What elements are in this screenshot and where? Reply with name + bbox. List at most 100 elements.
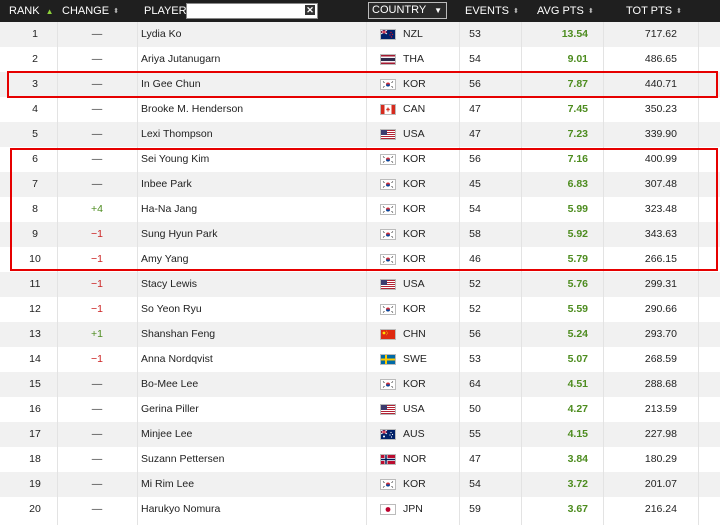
- events-cell: 47: [469, 128, 481, 140]
- table-row[interactable]: 12 −1 So Yeon Ryu KOR 52 5.59 290.66: [0, 297, 720, 322]
- sort-icon: ⬍: [587, 7, 594, 15]
- tot-pts-cell: 350.23: [644, 103, 677, 115]
- country-dropdown-label: COUNTRY: [372, 4, 427, 16]
- sort-icon: ⬍: [513, 7, 519, 15]
- avg-pts-cell: 5.59: [567, 303, 588, 315]
- player-name-link[interactable]: Brooke M. Henderson: [141, 97, 361, 122]
- change-cell: −1: [91, 278, 103, 290]
- table-row[interactable]: 16— Gerina Piller USA 50 4.27 213.59: [0, 397, 720, 422]
- table-row[interactable]: 1— Lydia Ko NZL 53 13.54 717.62: [0, 22, 720, 47]
- tot-pts-cell: 213.59: [644, 403, 677, 415]
- change-cell: —: [91, 128, 103, 140]
- player-name-link[interactable]: Anna Nordqvist: [141, 347, 361, 372]
- change-cell: —: [91, 103, 103, 115]
- events-cell: 47: [469, 453, 481, 465]
- avg-pts-cell: 13.54: [561, 28, 588, 40]
- rankings-table: RANK ▲ CHANGE ⬍ PLAYER ✕ COUNTRY ▼ EVENTS ⬍…: [0, 0, 720, 525]
- events-cell: 50: [469, 403, 481, 415]
- avg-pts-cell: 9.01: [567, 53, 588, 65]
- table-row[interactable]: 13 +1 Shanshan Feng CHN 56 5.24 293.70: [0, 322, 720, 347]
- kor-flag-icon: [380, 379, 396, 390]
- tot-pts-cell: 290.66: [644, 303, 677, 315]
- tot-pts-cell: 717.62: [644, 28, 677, 40]
- table-row[interactable]: 20— Harukyo Nomura JPN 59 3.67 216.24: [0, 497, 720, 522]
- nor-flag-icon: [380, 454, 396, 465]
- player-name-link[interactable]: Stacy Lewis: [141, 272, 361, 297]
- avg-pts-cell: 5.76: [567, 278, 588, 290]
- usa-flag-icon: [380, 129, 396, 140]
- chevron-down-icon: ▼: [434, 6, 442, 15]
- player-column-header[interactable]: PLAYER: [144, 0, 187, 22]
- table-row[interactable]: 17— Minjee Lee AUS 55 4.15 227.98: [0, 422, 720, 447]
- events-cell: 52: [469, 278, 481, 290]
- tot-pts-cell: 227.98: [644, 428, 677, 440]
- change-cell: —: [91, 53, 103, 65]
- events-column-header[interactable]: EVENTS ⬍: [465, 0, 519, 22]
- tot-pts-cell: 268.59: [644, 353, 677, 365]
- change-column-header[interactable]: CHANGE ⬍: [62, 0, 119, 22]
- player-name-link[interactable]: Gerina Piller: [141, 397, 361, 422]
- player-name-link[interactable]: Shanshan Feng: [141, 322, 361, 347]
- tot-pts-cell: 288.68: [644, 378, 677, 390]
- player-name-link[interactable]: Minjee Lee: [141, 422, 361, 447]
- change-cell: —: [91, 478, 103, 490]
- tot-pts-cell: 216.24: [644, 503, 677, 515]
- events-cell: 56: [469, 328, 481, 340]
- avg-pts-cell: 3.67: [567, 503, 588, 515]
- tot-pts-cell: 293.70: [644, 328, 677, 340]
- player-header-label: PLAYER: [144, 5, 187, 17]
- change-header-label: CHANGE: [62, 5, 110, 17]
- change-cell: —: [91, 28, 103, 40]
- table-row[interactable]: 2— Ariya Jutanugarn THA 54 9.01 486.65: [0, 47, 720, 72]
- avg-pts-cell: 5.07: [567, 353, 588, 365]
- change-cell: —: [91, 503, 103, 515]
- rank-column-header[interactable]: RANK ▲: [9, 0, 53, 22]
- table-row[interactable]: 14 −1 Anna Nordqvist SWE 53 5.07 268.59: [0, 347, 720, 372]
- events-cell: 55: [469, 428, 481, 440]
- tot-pts-cell: 180.29: [644, 453, 677, 465]
- table-row[interactable]: 5— Lexi Thompson USA 47 7.23 339.90: [0, 122, 720, 147]
- player-name-link[interactable]: Mi Rim Lee: [141, 472, 361, 497]
- table-row[interactable]: 19— Mi Rim Lee KOR 54 3.72 201.07: [0, 472, 720, 497]
- table-row[interactable]: 4— Brooke M. Henderson CAN 47 7.45 350.23: [0, 97, 720, 122]
- avg-pts-cell: 5.24: [567, 328, 588, 340]
- tot-pts-header-label: TOT PTS: [626, 5, 673, 17]
- avg-pts-cell: 4.27: [567, 403, 588, 415]
- table-row[interactable]: 15— Bo-Mee Lee KOR 64 4.51 288.68: [0, 372, 720, 397]
- avg-pts-cell: 7.23: [567, 128, 588, 140]
- change-cell: +1: [91, 328, 103, 340]
- player-name-link[interactable]: Harukyo Nomura: [141, 497, 361, 522]
- avg-pts-column-header[interactable]: AVG PTS ⬍: [537, 0, 594, 22]
- change-cell: —: [91, 378, 103, 390]
- player-search-box: ✕: [186, 3, 318, 19]
- player-name-link[interactable]: So Yeon Ryu: [141, 297, 361, 322]
- nzl-flag-icon: [380, 29, 396, 40]
- tot-pts-cell: 299.31: [644, 278, 677, 290]
- avg-pts-cell: 3.72: [567, 478, 588, 490]
- player-search-input[interactable]: [187, 4, 303, 18]
- events-cell: 54: [469, 478, 481, 490]
- events-cell: 54: [469, 53, 481, 65]
- events-cell: 64: [469, 378, 481, 390]
- tot-pts-cell: 201.07: [644, 478, 677, 490]
- table-row[interactable]: 18— Suzann Pettersen NOR 47 3.84 180.29: [0, 447, 720, 472]
- change-cell: —: [91, 403, 103, 415]
- player-name-link[interactable]: Ariya Jutanugarn: [141, 47, 361, 72]
- events-cell: 59: [469, 503, 481, 515]
- tot-pts-column-header[interactable]: TOT PTS ⬍: [626, 0, 682, 22]
- clear-search-button[interactable]: ✕: [305, 5, 315, 15]
- change-cell: —: [91, 453, 103, 465]
- events-cell: 53: [469, 353, 481, 365]
- country-filter-dropdown[interactable]: COUNTRY ▼: [368, 2, 447, 19]
- table-header: RANK ▲ CHANGE ⬍ PLAYER ✕ COUNTRY ▼ EVENTS ⬍…: [0, 0, 720, 22]
- player-name-link[interactable]: Lydia Ko: [141, 22, 361, 47]
- player-name-link[interactable]: Suzann Pettersen: [141, 447, 361, 472]
- sort-icon: ⬍: [113, 7, 119, 15]
- events-cell: 52: [469, 303, 481, 315]
- player-name-link[interactable]: Bo-Mee Lee: [141, 372, 361, 397]
- change-cell: —: [91, 428, 103, 440]
- player-name-link[interactable]: Lexi Thompson: [141, 122, 361, 147]
- aus-flag-icon: [380, 429, 396, 440]
- table-row[interactable]: 11 −1 Stacy Lewis USA 52 5.76 299.31: [0, 272, 720, 297]
- chn-flag-icon: [380, 329, 396, 340]
